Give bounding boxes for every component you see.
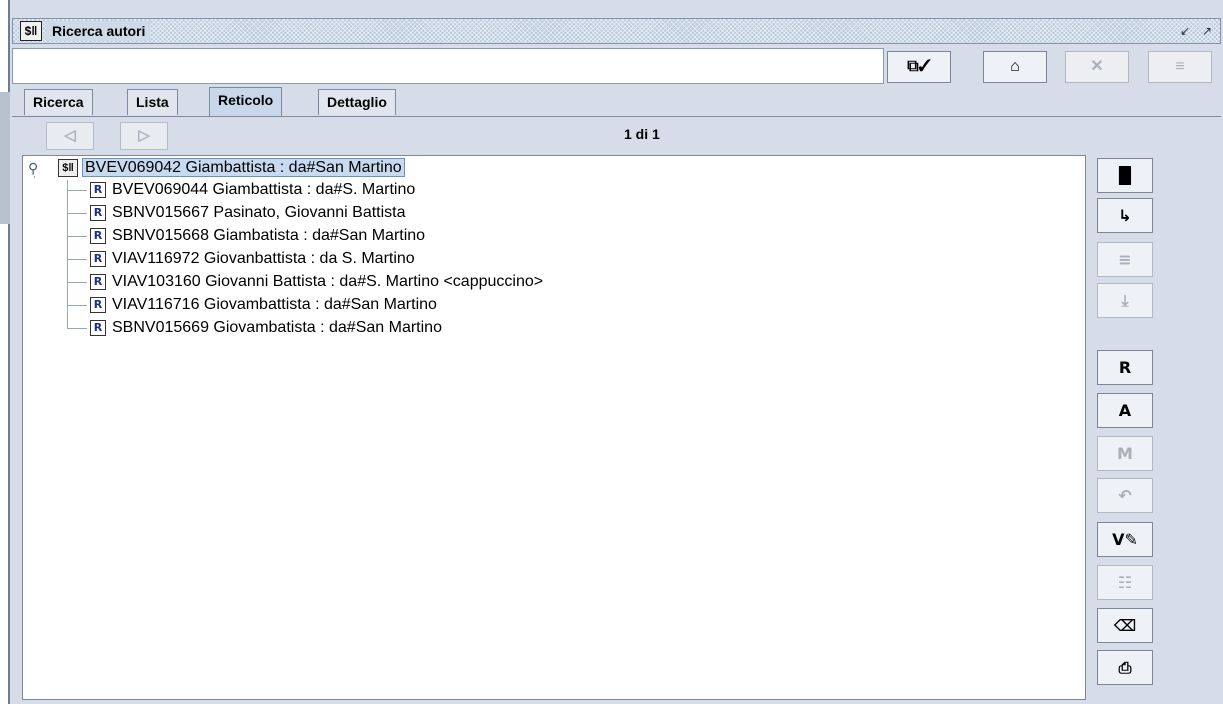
tree-root-node[interactable]: $‖ BVEV069042 Giambattista : da#San Marti… — [58, 157, 405, 179]
eraser-button[interactable]: ⌫ — [1097, 608, 1153, 643]
tab-ricerca[interactable]: Ricerca — [24, 89, 93, 115]
tree-child-node[interactable]: R VIAV103160 Giovanni Battista : da#S. Ma… — [90, 271, 543, 293]
tree-node-label[interactable]: SBNV015667 Pasinato, Giovanni Battista — [112, 204, 406, 221]
tree-child-node[interactable]: R SBNV015667 Pasinato, Giovanni Battista — [90, 202, 406, 224]
page-counter: 1 di 1 — [624, 126, 660, 142]
tree-branch — [67, 282, 87, 283]
list-button[interactable]: ≡ — [1148, 51, 1212, 83]
author-app-icon: $‖ — [20, 21, 42, 41]
tree-node-label[interactable]: SBNV015669 Giovambatista : da#San Martin… — [112, 319, 442, 336]
download-button[interactable]: ⤓ — [1097, 283, 1153, 318]
tree-child-node[interactable]: R VIAV116716 Giovambattista : da#San Mart… — [90, 294, 437, 316]
books-button[interactable]: ▐▌ — [1097, 158, 1153, 193]
r-button[interactable]: R — [1097, 350, 1153, 385]
prev-page-button[interactable]: ◁ — [46, 122, 94, 150]
tree-node-label[interactable]: BVEV069044 Giambattista : da#S. Martino — [112, 181, 415, 198]
window-title: Ricerca autori — [46, 21, 152, 41]
m-button[interactable]: M — [1097, 436, 1153, 471]
expand-toggle-icon[interactable]: ⚲ — [28, 160, 38, 177]
tab-reticolo[interactable]: Reticolo — [209, 87, 283, 117]
tree-node-label[interactable]: VIAV116716 Giovambattista : da#San Marti… — [112, 296, 437, 313]
r-node-icon: R — [90, 181, 106, 198]
tree-branch — [67, 259, 87, 260]
r-node-icon: R — [90, 250, 106, 267]
transfer-button[interactable]: ⧉✓ — [887, 51, 951, 83]
tree-node-label[interactable]: SBNV015668 Giambatista : da#San Martino — [112, 227, 425, 244]
tree-branch — [67, 328, 87, 329]
close-x-button[interactable]: ✕ — [1065, 51, 1129, 83]
tab-lista[interactable]: Lista — [127, 89, 178, 115]
document-button[interactable]: ≡ — [1097, 242, 1153, 277]
check-edit-button[interactable]: V✎ — [1097, 522, 1153, 557]
tree-root-label[interactable]: BVEV069042 Giambattista : da#San Martino — [82, 158, 405, 177]
title-bar[interactable] — [12, 18, 1221, 44]
tree-node-label[interactable]: VIAV116972 Giovanbattista : da S. Martin… — [112, 250, 415, 267]
tab-dettaglio[interactable]: Dettaglio — [318, 89, 396, 115]
r-node-icon: R — [90, 319, 106, 336]
undo-button[interactable]: ↶ — [1097, 478, 1153, 513]
r-node-icon: R — [90, 204, 106, 221]
next-page-button[interactable]: ▷ — [120, 122, 168, 150]
tree-branch — [67, 236, 87, 237]
tree-node-label[interactable]: VIAV103160 Giovanni Battista : da#S. Mar… — [112, 273, 543, 290]
restore-window-icon[interactable]: ↙ — [1176, 22, 1194, 40]
tree-vertical-line — [67, 180, 68, 329]
r-node-icon: R — [90, 227, 106, 244]
tab-divider — [12, 116, 1221, 117]
tree-branch — [67, 213, 87, 214]
tree-link-button[interactable]: ↳ — [1097, 198, 1153, 233]
tree-child-node[interactable]: R SBNV015668 Giambatista : da#San Martino — [90, 225, 425, 247]
toolbar-field — [12, 48, 884, 84]
form-button[interactable]: ☷ — [1097, 565, 1153, 600]
tree-child-node[interactable]: R BVEV069044 Giambattista : da#S. Martino — [90, 179, 415, 201]
maximize-window-icon[interactable]: ↗ — [1198, 22, 1216, 40]
author-root-icon: $‖ — [58, 158, 78, 177]
tree-branch — [67, 190, 87, 191]
print-button[interactable]: ⎙ — [1097, 650, 1153, 685]
r-node-icon: R — [90, 296, 106, 313]
tree-child-node[interactable]: R VIAV116972 Giovanbattista : da S. Marti… — [90, 248, 415, 270]
left-edge-strip — [0, 92, 10, 224]
tree-child-node[interactable]: R SBNV015669 Giovambatista : da#San Marti… — [90, 317, 442, 339]
r-node-icon: R — [90, 273, 106, 290]
home-button[interactable]: ⌂ — [983, 51, 1047, 83]
tree-branch — [67, 305, 87, 306]
a-button[interactable]: A — [1097, 393, 1153, 428]
